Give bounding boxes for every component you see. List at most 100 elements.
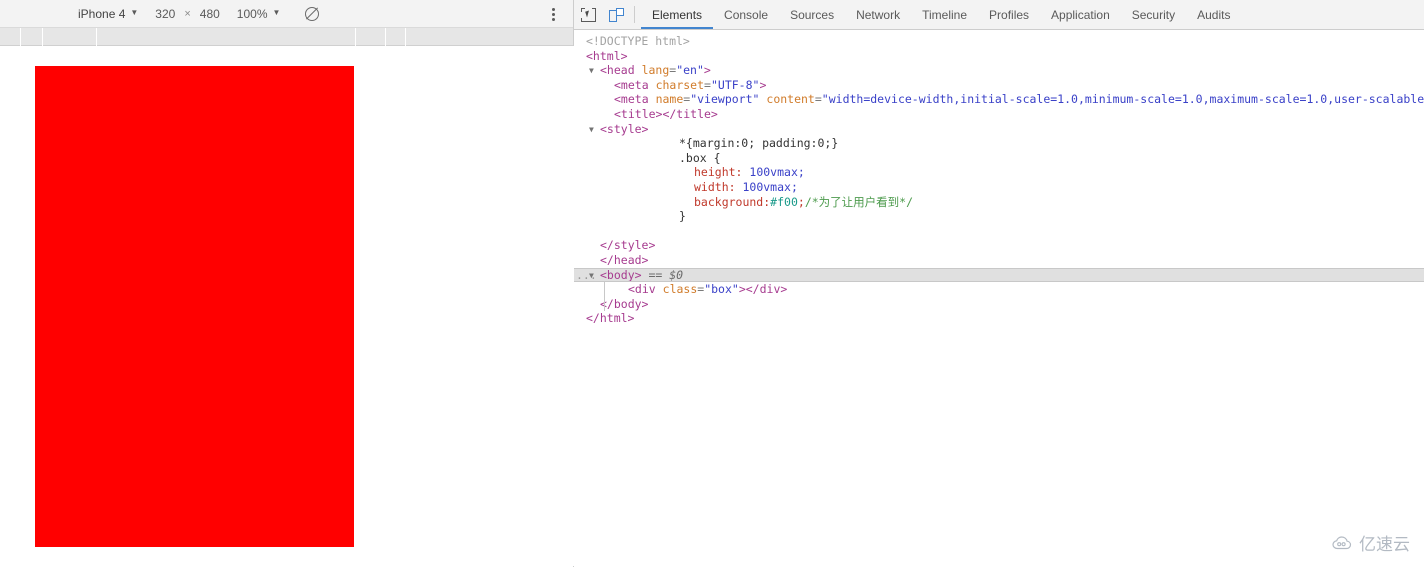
dom-line-html-open[interactable]: <html> [574,49,1424,64]
tab-label: Network [856,7,901,22]
toolbar-divider [634,6,635,23]
ruler-tick [20,28,21,46]
css-width-value: 100vmax; [742,179,798,194]
toggle-device-toolbar-icon [608,7,624,22]
ruler-tick [405,28,406,46]
div-close-markup: ></div> [738,282,788,297]
rendered-red-box [35,66,354,547]
dom-line-body-open[interactable]: ... ▼ <body> == $0 [574,267,1424,284]
div-attr-name: class [662,282,698,297]
ruler-tick [42,28,43,46]
meta-attr-name: name [655,92,684,107]
inspect-element-icon [579,6,596,22]
device-height-input[interactable]: 480 [200,0,220,28]
devtools-panel: Elements Console Sources Network Timelin… [574,0,1424,567]
meta-tag-name: <meta [614,92,649,107]
css-comment: /*为了让用户看到*/ [804,194,914,209]
meta-attr-value: "viewport" [690,92,760,107]
css-background-prop: background: [694,194,771,209]
tab-label: Security [1131,7,1176,22]
tab-security[interactable]: Security [1121,0,1186,29]
dom-line-css-height[interactable]: height: 100vmax; [574,165,1424,180]
device-selector-label: iPhone 4 [78,7,126,21]
head-close-bracket: > [703,63,711,78]
dom-line-body-close[interactable]: </body> [574,296,1424,312]
tab-elements[interactable]: Elements [641,0,714,29]
head-attr-name: lang [641,63,670,78]
dom-line-meta-viewport[interactable]: <meta name="viewport" content="width=dev… [574,92,1424,107]
device-width-input[interactable]: 320 [155,0,175,28]
ruler-tick [96,28,97,46]
head-tag-name: <head [600,63,635,78]
tab-profiles[interactable]: Profiles [978,0,1040,29]
toggle-device-toolbar-button[interactable] [602,0,630,29]
css-background-value: #f00 [770,194,798,209]
dom-line-css-width[interactable]: width: 100vmax; [574,180,1424,195]
rotate-icon-ring [305,7,320,21]
css-universal-rule: *{margin:0; padding:0;} [679,136,839,151]
dom-line-css-background[interactable]: background:#f00;/*为了让用户看到*/ [574,195,1424,210]
rotate-disabled-icon[interactable] [304,6,320,22]
triangle-expanded-icon[interactable]: ▼ [589,123,599,138]
devtools-tabbar: Elements Console Sources Network Timelin… [574,0,1424,30]
dom-line-css-reset[interactable]: *{margin:0; padding:0;} [574,136,1424,151]
dom-line-html-close[interactable]: </html> [574,311,1424,326]
meta-content-attr-value: "width=device-width,initial-scale=1.0,mi… [821,92,1424,107]
title-tags: <title></title> [614,106,718,121]
tab-label: Application [1051,7,1110,22]
triangle-expanded-icon[interactable]: ▼ [589,269,599,284]
div-attr-value: "box" [704,282,739,297]
head-attr-value: "en" [676,63,704,78]
inspect-element-button[interactable] [574,0,602,29]
device-selector[interactable]: iPhone 4 ▼ [78,0,138,28]
tab-application[interactable]: Application [1040,0,1121,29]
dom-line-blank [574,224,1424,239]
css-height-value: 100vmax; [749,165,805,180]
viewport-ruler [0,28,573,46]
devtools-tabs: Elements Console Sources Network Timelin… [641,0,1241,29]
css-height-prop: height: [694,165,743,180]
body-selected-marker: == $0 [648,267,684,282]
ruler-tick [385,28,386,46]
body-open-tag: <body> [600,267,642,282]
device-toolbar: iPhone 4 ▼ 320 × 480 100% ▼ [0,0,573,28]
dom-line-css-box-open[interactable]: .box { [574,151,1424,166]
triangle-expanded-icon[interactable]: ▼ [589,64,599,79]
tab-console[interactable]: Console [713,0,779,29]
dom-line-style-close[interactable]: </style> [574,238,1424,253]
zoom-selector[interactable]: 100% ▼ [237,0,281,28]
zoom-level-label: 100% [236,7,268,21]
tab-label: Console [724,7,769,22]
tab-label: Profiles [989,7,1030,22]
dom-line-title[interactable]: <title></title> [574,107,1424,122]
kebab-dot [551,7,555,11]
emulated-viewport[interactable] [0,46,574,566]
css-box-selector: .box { [679,150,721,165]
dom-line-style-open[interactable]: ▼ <style> [574,122,1424,137]
tab-timeline[interactable]: Timeline [911,0,978,29]
doctype-text: <!DOCTYPE html> [586,34,690,48]
dom-line-head-open[interactable]: ▼ <head lang="en"> [574,63,1424,78]
dom-line-css-box-close[interactable]: } [574,209,1424,224]
tab-label: Audits [1197,7,1231,22]
tab-sources[interactable]: Sources [779,0,845,29]
dom-line-head-close[interactable]: </head> [574,253,1424,268]
devtools-window: iPhone 4 ▼ 320 × 480 100% ▼ Elements Con… [0,0,1424,567]
device-toolbar-controls: iPhone 4 ▼ 320 × 480 100% ▼ [78,0,320,28]
html-close-tag: </html> [586,311,635,326]
tab-label: Sources [790,7,835,22]
device-toolbar-menu-button[interactable] [545,0,561,28]
chevron-down-icon: ▼ [272,8,281,17]
html-open-tag: <html> [586,48,628,63]
tab-network[interactable]: Network [845,0,911,29]
tab-audits[interactable]: Audits [1186,0,1241,29]
elements-dom-tree[interactable]: <!DOCTYPE html> <html> ▼ <head lang="en">… [574,30,1424,567]
dom-line-div-box[interactable]: <div class="box"></div> [574,282,1424,297]
css-width-prop: width: [694,179,736,194]
tab-label: Timeline [922,7,968,22]
css-semicolon: ; [797,194,805,209]
tab-label: Elements [652,7,703,22]
device-emulation-pane: iPhone 4 ▼ 320 × 480 100% ▼ [0,0,574,567]
dom-line-meta-charset[interactable]: <meta charset="UTF-8"> [574,78,1424,93]
dom-line-doctype[interactable]: <!DOCTYPE html> [574,34,1424,49]
